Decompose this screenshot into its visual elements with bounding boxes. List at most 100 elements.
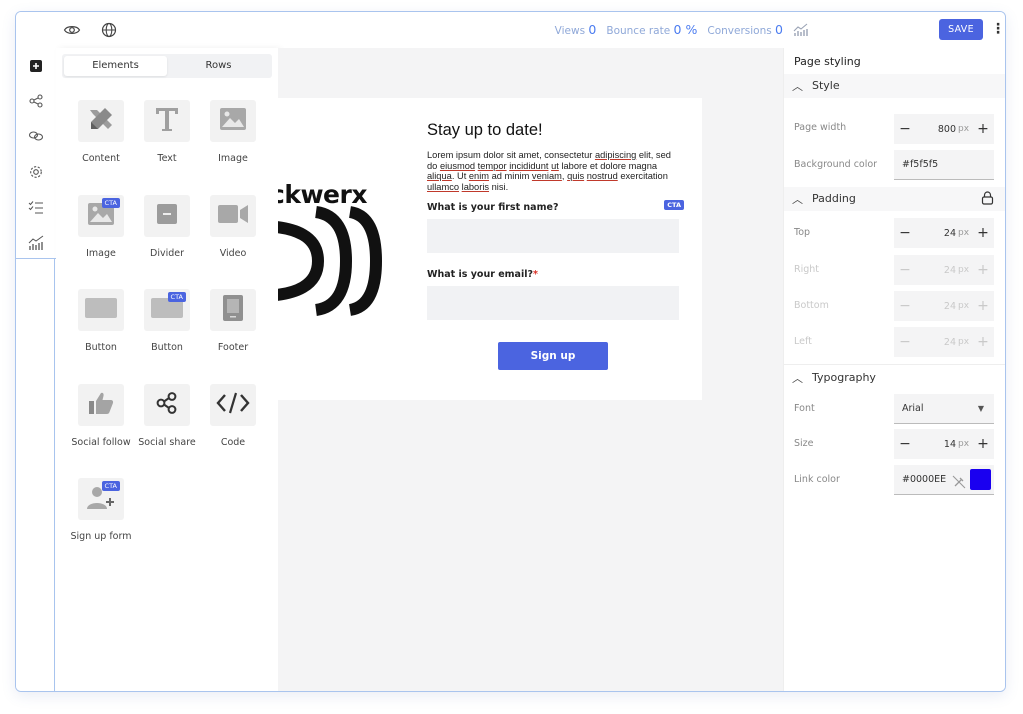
padding-bottom-stepper[interactable]: − 24 px +	[894, 291, 994, 321]
caret-down-icon: ▼	[977, 404, 984, 413]
content-tile-box	[78, 100, 124, 142]
element-tile-social-share[interactable]: Social share	[134, 384, 200, 448]
eye-icon[interactable]	[63, 21, 81, 39]
image-icon	[220, 108, 246, 134]
chevron-up-icon: ︿	[792, 80, 803, 93]
panel-title: Page styling	[794, 55, 861, 68]
decrement-button[interactable]: −	[894, 121, 916, 137]
link-icon[interactable]	[27, 127, 45, 145]
logo-mark-icon	[278, 206, 388, 320]
elements-panel: Elements Rows Content Text Image CTA Ima…	[56, 48, 278, 691]
thumbs-up-icon	[88, 391, 114, 419]
increment-button[interactable]: +	[972, 436, 994, 452]
social-share-tile-box	[144, 384, 190, 426]
lock-icon[interactable]	[981, 191, 994, 208]
tab-rows[interactable]: Rows	[167, 56, 270, 76]
eyedropper-off-icon[interactable]	[952, 472, 966, 502]
section-style[interactable]: ︿ Style	[784, 74, 1005, 98]
element-tile-text[interactable]: Text	[134, 100, 200, 164]
element-tile-code[interactable]: Code	[200, 384, 266, 448]
form-title: Stay up to date!	[427, 121, 543, 139]
background-color-label: Background color	[794, 159, 878, 170]
element-tile-content[interactable]: Content	[68, 100, 134, 164]
element-tile-image-cta[interactable]: CTA Image	[68, 195, 134, 259]
save-button[interactable]: SAVE	[939, 19, 983, 40]
decrement-button[interactable]: −	[894, 436, 916, 452]
element-tile-button-cta[interactable]: CTA Button	[134, 289, 200, 353]
element-tile-button[interactable]: Button	[68, 289, 134, 353]
share-nodes-icon	[155, 391, 179, 419]
section-typography[interactable]: ︿ Typography	[784, 366, 1005, 390]
first-name-field[interactable]	[427, 219, 679, 253]
analytics-chart-icon[interactable]	[793, 22, 809, 38]
panel-tabs: Elements Rows	[62, 54, 272, 78]
analytics-icon[interactable]	[27, 234, 45, 252]
code-tile-box	[210, 384, 256, 426]
divider-tile-box	[144, 195, 190, 237]
page-width-stepper[interactable]: − 800 px +	[894, 114, 994, 144]
increment-button[interactable]: +	[972, 262, 994, 278]
panel-border	[54, 258, 55, 691]
padding-right-stepper[interactable]: − 24 px +	[894, 255, 994, 285]
bounce-rate-stat: Bounce rate 0 %	[606, 22, 698, 37]
increment-button[interactable]: +	[972, 298, 994, 314]
divider-icon	[157, 204, 177, 228]
background-color-input[interactable]: #f5f5f5	[894, 150, 994, 180]
increment-button[interactable]: +	[972, 121, 994, 137]
font-size-stepper[interactable]: − 14 px +	[894, 429, 994, 459]
stats-bar: Views 0 Bounce rate 0 % Conversions 0	[555, 22, 783, 37]
chevron-up-icon: ︿	[792, 193, 803, 206]
tab-elements[interactable]: Elements	[64, 56, 167, 76]
decrement-button[interactable]: −	[894, 225, 916, 241]
conversions-stat: Conversions 0	[707, 22, 783, 37]
email-page[interactable]: ckwerx Stay up to date! Lorem ipsum dolo…	[278, 98, 702, 400]
decrement-button[interactable]: −	[894, 262, 916, 278]
cta-badge: CTA	[101, 198, 120, 208]
font-select[interactable]: Arial ▼	[894, 394, 994, 424]
sign-up-button[interactable]: Sign up	[498, 342, 608, 370]
padding-bottom-label: Bottom	[794, 300, 829, 311]
element-tile-video[interactable]: Video	[200, 195, 266, 259]
font-label: Font	[794, 403, 815, 414]
element-tile-divider[interactable]: Divider	[134, 195, 200, 259]
link-color-swatch[interactable]	[970, 469, 991, 490]
section-padding[interactable]: ︿ Padding	[784, 187, 1005, 211]
element-tile-image[interactable]: Image	[200, 100, 266, 164]
email-label: What is your email?*	[427, 269, 538, 280]
element-tile-signup-form[interactable]: CTA Sign up form	[68, 478, 134, 542]
increment-button[interactable]: +	[972, 225, 994, 241]
image-cta-tile-box: CTA	[78, 195, 124, 237]
editor-canvas: ckwerx Stay up to date! Lorem ipsum dolo…	[278, 48, 783, 691]
logo-wordmark: ckwerx	[278, 180, 367, 209]
padding-left-stepper[interactable]: − 24 px +	[894, 327, 994, 357]
button-tile-box	[78, 289, 124, 331]
checklist-icon[interactable]	[27, 198, 45, 216]
footer-icon	[223, 295, 243, 325]
add-block-icon[interactable]	[27, 57, 45, 75]
top-bar: Views 0 Bounce rate 0 % Conversions 0 SA…	[16, 12, 1005, 48]
element-tile-social-follow[interactable]: Social follow	[68, 384, 134, 448]
more-menu-icon[interactable]: ⋮	[991, 20, 1005, 40]
settings-gear-icon[interactable]	[27, 163, 45, 181]
padding-top-label: Top	[794, 227, 811, 238]
editor-window: Views 0 Bounce rate 0 % Conversions 0 SA…	[15, 11, 1006, 692]
signup-form: Stay up to date! Lorem ipsum dolor sit a…	[427, 118, 684, 370]
page-width-label: Page width	[794, 122, 847, 133]
frame-notch	[16, 260, 54, 691]
decrement-button[interactable]: −	[894, 298, 916, 314]
padding-top-stepper[interactable]: − 24 px +	[894, 218, 994, 248]
element-tile-footer[interactable]: Footer	[200, 289, 266, 353]
left-rail	[16, 48, 56, 260]
page-styling-panel: Page styling ︿ Style Page width − 800 px…	[783, 48, 1005, 691]
email-field[interactable]	[427, 286, 679, 320]
video-camera-icon	[218, 204, 248, 228]
views-stat: Views 0	[554, 22, 597, 37]
link-color-input[interactable]: #0000EE	[894, 465, 994, 495]
rail-border	[16, 258, 56, 259]
decrement-button[interactable]: −	[894, 334, 916, 350]
button-shape-icon	[85, 298, 117, 322]
increment-button[interactable]: +	[972, 334, 994, 350]
share-nodes-icon[interactable]	[27, 92, 45, 110]
globe-icon[interactable]	[100, 21, 118, 39]
section-divider	[784, 364, 1005, 365]
